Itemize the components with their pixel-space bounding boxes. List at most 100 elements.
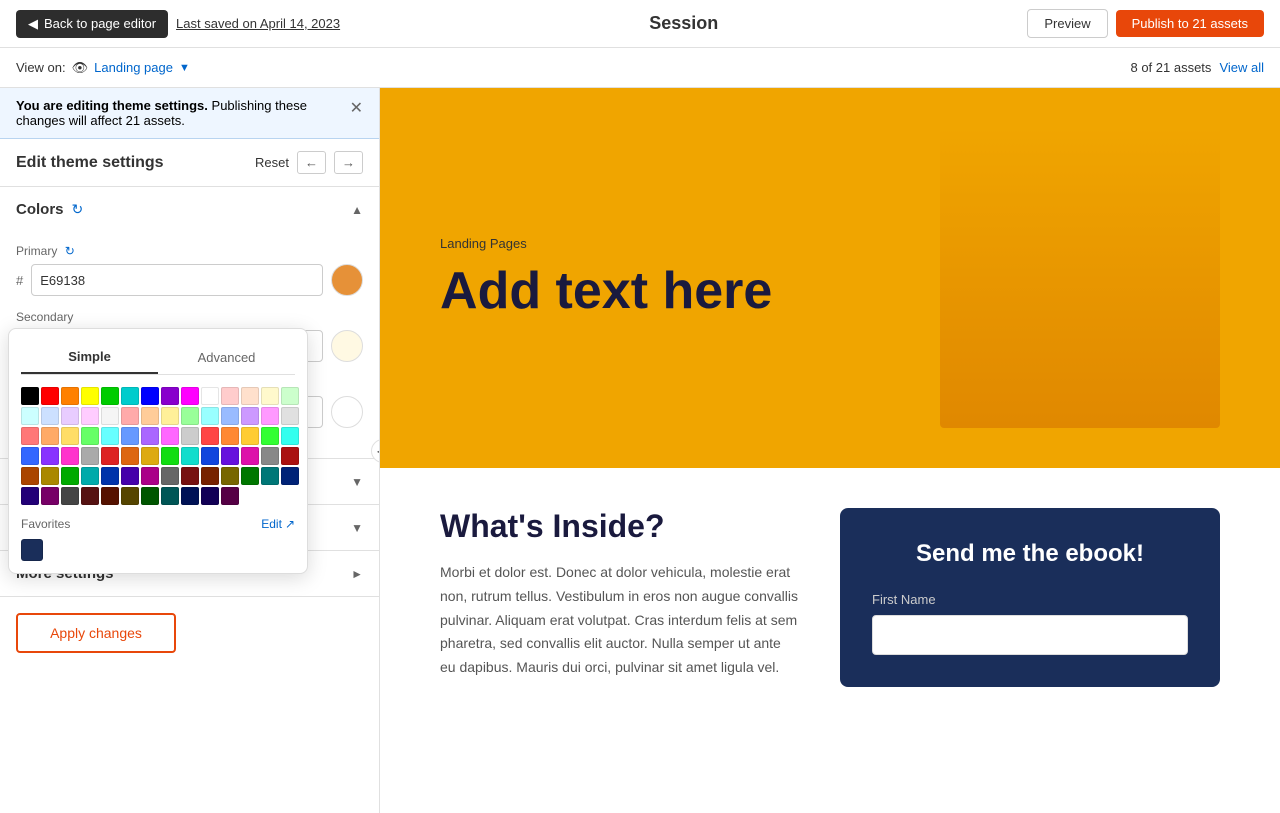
color-cell[interactable] xyxy=(181,447,199,465)
edit-favorites-link[interactable]: Edit ↗ xyxy=(261,517,295,531)
color-cell[interactable] xyxy=(281,467,299,485)
color-cell[interactable] xyxy=(101,407,119,425)
color-cell[interactable] xyxy=(241,427,259,445)
color-cell[interactable] xyxy=(141,487,159,505)
publish-button[interactable]: Publish to 21 assets xyxy=(1116,10,1264,37)
color-cell[interactable] xyxy=(101,467,119,485)
color-cell[interactable] xyxy=(261,467,279,485)
color-cell[interactable] xyxy=(221,447,239,465)
last-saved-label[interactable]: Last saved on April 14, 2023 xyxy=(176,16,340,31)
color-cell[interactable] xyxy=(161,427,179,445)
color-cell[interactable] xyxy=(281,427,299,445)
color-cell[interactable] xyxy=(41,447,59,465)
color-cell[interactable] xyxy=(21,407,39,425)
color-cell[interactable] xyxy=(121,407,139,425)
color-cell[interactable] xyxy=(181,387,199,405)
color-cell[interactable] xyxy=(61,407,79,425)
color-cell[interactable] xyxy=(181,427,199,445)
color-cell[interactable] xyxy=(61,447,79,465)
color-cell[interactable] xyxy=(261,447,279,465)
color-cell[interactable] xyxy=(61,467,79,485)
tab-advanced[interactable]: Advanced xyxy=(158,341,295,374)
color-cell[interactable] xyxy=(121,487,139,505)
color-cell[interactable] xyxy=(281,387,299,405)
color-cell[interactable] xyxy=(141,427,159,445)
color-cell[interactable] xyxy=(141,407,159,425)
color-cell[interactable] xyxy=(21,427,39,445)
color-cell[interactable] xyxy=(61,487,79,505)
color-cell[interactable] xyxy=(241,387,259,405)
color-cell[interactable] xyxy=(201,467,219,485)
color-cell[interactable] xyxy=(121,467,139,485)
color-cell[interactable] xyxy=(201,447,219,465)
color-cell[interactable] xyxy=(141,447,159,465)
color-cell[interactable] xyxy=(101,447,119,465)
color-cell[interactable] xyxy=(181,467,199,485)
color-cell[interactable] xyxy=(81,447,99,465)
color-cell[interactable] xyxy=(221,407,239,425)
color-cell[interactable] xyxy=(141,467,159,485)
landing-page-link[interactable]: Landing page xyxy=(94,60,173,75)
color-cell[interactable] xyxy=(221,467,239,485)
redo-button[interactable]: → xyxy=(334,151,363,174)
favorite-color-swatch[interactable] xyxy=(21,539,43,561)
color-cell[interactable] xyxy=(81,427,99,445)
color-cell[interactable] xyxy=(41,487,59,505)
color-cell[interactable] xyxy=(81,387,99,405)
color-cell[interactable] xyxy=(41,387,59,405)
refresh-icon[interactable]: ↻ xyxy=(72,201,84,218)
color-cell[interactable] xyxy=(121,387,139,405)
color-cell[interactable] xyxy=(241,407,259,425)
color-cell[interactable] xyxy=(21,387,39,405)
color-cell[interactable] xyxy=(41,427,59,445)
color-cell[interactable] xyxy=(161,407,179,425)
back-to-editor-button[interactable]: ◀ Back to page editor xyxy=(16,10,168,38)
color-cell[interactable] xyxy=(281,407,299,425)
color-cell[interactable] xyxy=(101,427,119,445)
color-cell[interactable] xyxy=(221,387,239,405)
body-bg-color-swatch[interactable] xyxy=(331,396,363,428)
color-cell[interactable] xyxy=(261,407,279,425)
color-cell[interactable] xyxy=(61,387,79,405)
tab-simple[interactable]: Simple xyxy=(21,341,158,374)
color-cell[interactable] xyxy=(41,467,59,485)
color-cell[interactable] xyxy=(201,407,219,425)
color-cell[interactable] xyxy=(221,427,239,445)
color-cell[interactable] xyxy=(141,387,159,405)
apply-changes-button[interactable]: Apply changes xyxy=(16,613,176,653)
color-cell[interactable] xyxy=(161,467,179,485)
color-cell[interactable] xyxy=(181,407,199,425)
color-cell[interactable] xyxy=(41,407,59,425)
color-cell[interactable] xyxy=(81,407,99,425)
preview-button[interactable]: Preview xyxy=(1027,9,1107,38)
color-cell[interactable] xyxy=(241,447,259,465)
color-cell[interactable] xyxy=(81,487,99,505)
color-cell[interactable] xyxy=(201,387,219,405)
reset-button[interactable]: Reset xyxy=(255,155,289,170)
color-cell[interactable] xyxy=(61,427,79,445)
color-cell[interactable] xyxy=(21,487,39,505)
color-cell[interactable] xyxy=(161,487,179,505)
primary-color-input[interactable] xyxy=(31,264,323,296)
color-cell[interactable] xyxy=(221,487,239,505)
color-cell[interactable] xyxy=(101,387,119,405)
primary-color-swatch[interactable] xyxy=(331,264,363,296)
color-cell[interactable] xyxy=(161,447,179,465)
color-cell[interactable] xyxy=(121,427,139,445)
first-name-input[interactable] xyxy=(872,615,1188,655)
colors-section-header[interactable]: Colors ↻ ▲ xyxy=(0,187,379,232)
color-cell[interactable] xyxy=(261,387,279,405)
color-cell[interactable] xyxy=(161,387,179,405)
view-all-link[interactable]: View all xyxy=(1219,60,1264,75)
color-cell[interactable] xyxy=(121,447,139,465)
color-cell[interactable] xyxy=(101,487,119,505)
color-cell[interactable] xyxy=(21,467,39,485)
color-cell[interactable] xyxy=(181,487,199,505)
secondary-color-swatch[interactable] xyxy=(331,330,363,362)
color-cell[interactable] xyxy=(201,427,219,445)
color-cell[interactable] xyxy=(201,487,219,505)
color-cell[interactable] xyxy=(21,447,39,465)
close-banner-button[interactable]: ✕ xyxy=(350,98,363,118)
color-cell[interactable] xyxy=(261,427,279,445)
color-cell[interactable] xyxy=(81,467,99,485)
